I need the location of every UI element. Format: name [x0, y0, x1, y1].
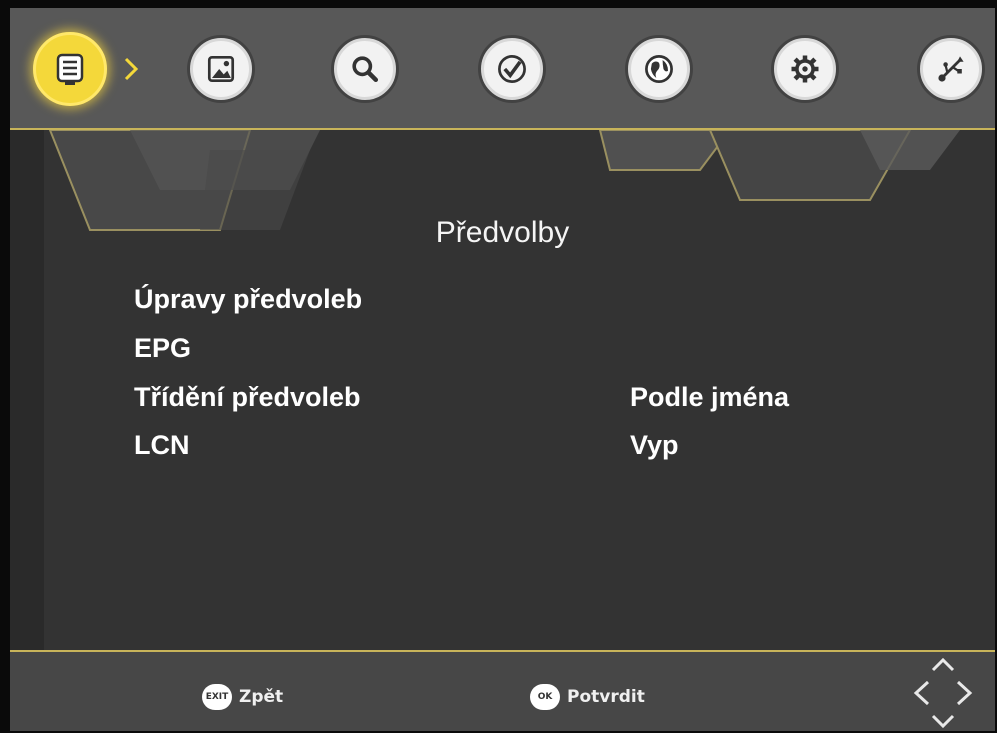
menu-row-lcn[interactable]: LCN Vyp	[134, 430, 934, 470]
bottom-help-bar: EXIT Zpět OK Potvrdit	[10, 650, 995, 731]
search-icon	[352, 56, 379, 83]
row-value: Vyp	[630, 430, 679, 460]
usb-icon	[938, 56, 964, 82]
row-label: Úpravy předvoleb	[134, 284, 363, 314]
menu-settings[interactable]	[774, 38, 836, 100]
row-value: Podle jména	[630, 382, 790, 412]
row-label: EPG	[134, 333, 192, 363]
exit-key-icon: EXIT	[202, 684, 232, 710]
main-panel: Předvolby Úpravy předvoleb EPG Třídění p…	[10, 130, 995, 650]
menu-language[interactable]	[628, 38, 690, 100]
clock-icon	[498, 55, 526, 83]
picture-icon	[207, 55, 235, 83]
menu-row-sort-channels[interactable]: Třídění předvoleb Podle jména	[134, 382, 934, 422]
row-label: Třídění předvoleb	[134, 382, 361, 412]
menu-time[interactable]	[481, 38, 543, 100]
gear-icon	[791, 55, 819, 83]
screen: Předvolby Úpravy předvoleb EPG Třídění p…	[10, 8, 995, 731]
ok-key-icon: OK	[530, 684, 560, 710]
bottom-divider	[10, 650, 995, 652]
confirm-hint[interactable]: OK Potvrdit	[530, 683, 645, 711]
menu-usb[interactable]	[920, 38, 982, 100]
menu-row-edit-channels[interactable]: Úpravy předvoleb	[134, 284, 934, 324]
channel-list-icon	[56, 53, 84, 85]
confirm-label: Potvrdit	[567, 687, 645, 707]
globe-icon	[645, 55, 673, 83]
menu-channel-list[interactable]	[33, 32, 107, 106]
back-label: Zpět	[239, 687, 284, 707]
navigation-arrows-icon	[913, 657, 973, 729]
hexagon-decoration	[48, 130, 960, 231]
page-title: Předvolby	[435, 216, 570, 249]
menu-picture[interactable]	[190, 38, 252, 100]
menu-search[interactable]	[334, 38, 396, 100]
active-arrow-icon	[124, 57, 139, 81]
top-menu-bar	[10, 8, 995, 130]
menu-row-epg[interactable]: EPG	[134, 333, 934, 373]
row-label: LCN	[134, 430, 190, 460]
back-hint[interactable]: EXIT Zpět	[202, 683, 283, 711]
